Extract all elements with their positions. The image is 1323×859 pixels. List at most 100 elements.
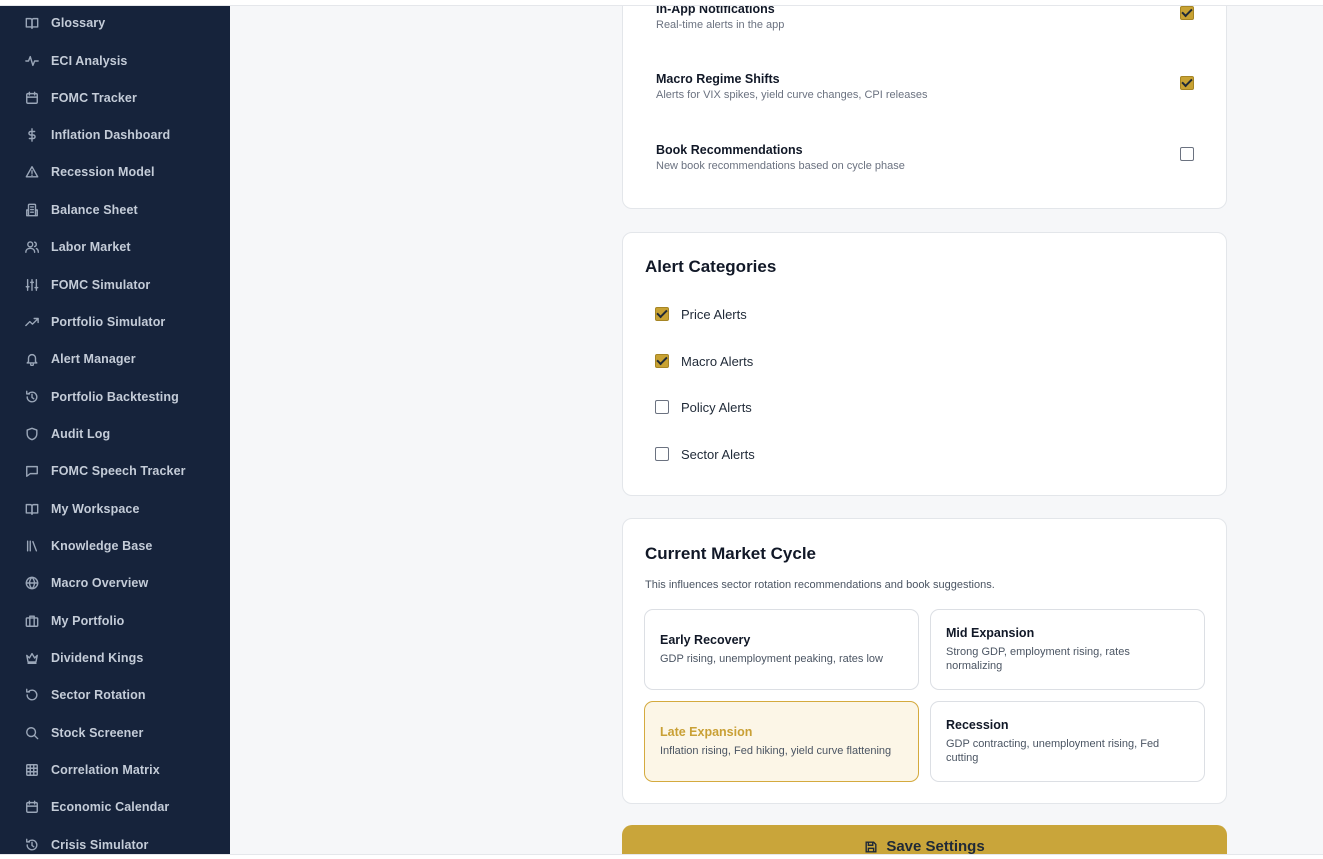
- sidebar-item-economic-calendar[interactable]: Economic Calendar: [0, 792, 230, 822]
- phase-early-recovery[interactable]: Early Recovery GDP rising, unemployment …: [644, 609, 919, 690]
- market-cycle-description: This influences sector rotation recommen…: [645, 579, 995, 591]
- sidebar-item-sector-rotation[interactable]: Sector Rotation: [0, 680, 230, 710]
- category-label: Policy Alerts: [681, 399, 752, 415]
- phase-name: Mid Expansion: [946, 626, 1035, 640]
- sidebar-item-glossary[interactable]: Glossary: [0, 8, 230, 38]
- policy-alerts-checkbox[interactable]: [655, 400, 669, 414]
- history-icon: [24, 389, 40, 405]
- dollar-icon: [24, 127, 40, 143]
- sidebar-item-label: My Workspace: [51, 502, 140, 516]
- sector-alerts-checkbox[interactable]: [655, 447, 669, 461]
- phase-late-expansion[interactable]: Late Expansion Inflation rising, Fed hik…: [644, 701, 919, 782]
- grid-icon: [24, 762, 40, 778]
- sidebar-item-portfolio-simulator[interactable]: Portfolio Simulator: [0, 307, 230, 337]
- save-settings-label: Save Settings: [886, 838, 985, 855]
- sidebar-item-label: Portfolio Simulator: [51, 315, 166, 329]
- category-policy-alerts[interactable]: Policy Alerts: [655, 398, 752, 416]
- briefcase-icon: [24, 613, 40, 629]
- price-alerts-checkbox[interactable]: [655, 307, 669, 321]
- phase-desc: GDP rising, unemployment peaking, rates …: [660, 653, 883, 665]
- macro-regime-shifts-checkbox[interactable]: [1180, 76, 1194, 90]
- search-icon: [24, 725, 40, 741]
- market-cycle-card: Current Market Cycle This influences sec…: [622, 518, 1227, 804]
- sidebar-item-label: Inflation Dashboard: [51, 128, 171, 142]
- sidebar-item-label: Economic Calendar: [51, 800, 170, 814]
- phase-desc: Inflation rising, Fed hiking, yield curv…: [660, 745, 892, 757]
- rotate-ccw-icon: [24, 687, 40, 703]
- sidebar-item-fomc-tracker[interactable]: FOMC Tracker: [0, 83, 230, 113]
- calendar-icon: [24, 799, 40, 815]
- app-frame: Glossary ECI Analysis FOMC Tracker Infla…: [0, 5, 1323, 855]
- sidebar-item-label: Sector Rotation: [51, 688, 146, 702]
- sidebar-item-recession-model[interactable]: Recession Model: [0, 157, 230, 187]
- category-sector-alerts[interactable]: Sector Alerts: [655, 445, 755, 463]
- phase-name: Recession: [946, 718, 1009, 732]
- sidebar-item-label: Stock Screener: [51, 726, 144, 740]
- category-label: Sector Alerts: [681, 446, 755, 462]
- notification-book-recommendations: Book Recommendations New book recommenda…: [656, 143, 1201, 172]
- sidebar-item-label: Correlation Matrix: [51, 763, 160, 777]
- sidebar-item-label: Labor Market: [51, 240, 131, 254]
- sidebar-item-alert-manager[interactable]: Alert Manager: [0, 344, 230, 374]
- macro-alerts-checkbox[interactable]: [655, 354, 669, 368]
- sidebar-item-knowledge-base[interactable]: Knowledge Base: [0, 531, 230, 561]
- sidebar-item-fomc-speech-tracker[interactable]: FOMC Speech Tracker: [0, 456, 230, 486]
- book-open-icon: [24, 15, 40, 31]
- sidebar-item-label: FOMC Speech Tracker: [51, 464, 186, 478]
- save-settings-button[interactable]: Save Settings: [622, 825, 1227, 855]
- sidebar-item-inflation-dashboard[interactable]: Inflation Dashboard: [0, 120, 230, 150]
- notification-desc: Alerts for VIX spikes, yield curve chang…: [656, 89, 928, 101]
- library-icon: [24, 538, 40, 554]
- sidebar-item-balance-sheet[interactable]: Balance Sheet: [0, 195, 230, 225]
- sidebar-item-label: Balance Sheet: [51, 203, 138, 217]
- in-app-notifications-checkbox[interactable]: [1180, 6, 1194, 20]
- sidebar-item-eci-analysis[interactable]: ECI Analysis: [0, 46, 230, 76]
- sidebar-item-dividend-kings[interactable]: Dividend Kings: [0, 643, 230, 673]
- sidebar-item-my-portfolio[interactable]: My Portfolio: [0, 606, 230, 636]
- message-square-icon: [24, 463, 40, 479]
- sidebar-item-my-workspace[interactable]: My Workspace: [0, 494, 230, 524]
- notification-macro-regime: Macro Regime Shifts Alerts for VIX spike…: [656, 72, 1201, 101]
- sidebar-item-portfolio-backtesting[interactable]: Portfolio Backtesting: [0, 382, 230, 412]
- bell-icon: [24, 351, 40, 367]
- trending-up-icon: [24, 314, 40, 330]
- notification-desc: New book recommendations based on cycle …: [656, 160, 905, 172]
- sidebar-item-labor-market[interactable]: Labor Market: [0, 232, 230, 262]
- notification-desc: Real-time alerts in the app: [656, 19, 785, 31]
- phase-recession[interactable]: Recession GDP contracting, unemployment …: [930, 701, 1205, 782]
- activity-icon: [24, 53, 40, 69]
- sidebar-item-label: Portfolio Backtesting: [51, 390, 179, 404]
- save-icon: [865, 841, 877, 853]
- sidebar-item-label: FOMC Simulator: [51, 278, 151, 292]
- sidebar-item-label: Recession Model: [51, 165, 155, 179]
- category-label: Price Alerts: [681, 306, 747, 322]
- sidebar-item-crisis-simulator[interactable]: Crisis Simulator: [0, 830, 230, 854]
- phase-desc: Strong GDP, employment rising, rates nor…: [946, 646, 1130, 672]
- sidebar-item-correlation-matrix[interactable]: Correlation Matrix: [0, 755, 230, 785]
- phase-name: Late Expansion: [660, 725, 753, 739]
- sidebar-item-label: Knowledge Base: [51, 539, 153, 553]
- sidebar-item-label: Dividend Kings: [51, 651, 144, 665]
- phase-desc: GDP contracting, unemployment rising, Fe…: [946, 738, 1160, 764]
- book-recommendations-checkbox[interactable]: [1180, 147, 1194, 161]
- sidebar-item-label: Glossary: [51, 16, 106, 30]
- notification-title: Book Recommendations: [656, 143, 803, 157]
- phase-mid-expansion[interactable]: Mid Expansion Strong GDP, employment ris…: [930, 609, 1205, 690]
- sidebar-item-fomc-simulator[interactable]: FOMC Simulator: [0, 270, 230, 300]
- history-icon: [24, 837, 40, 853]
- sidebar-item-label: Macro Overview: [51, 576, 149, 590]
- crown-icon: [24, 650, 40, 666]
- alert-categories-card: Alert Categories Price Alerts Macro Aler…: [622, 232, 1227, 496]
- category-macro-alerts[interactable]: Macro Alerts: [655, 352, 753, 370]
- notification-title: Macro Regime Shifts: [656, 72, 780, 86]
- alert-categories-title: Alert Categories: [645, 257, 777, 276]
- globe-icon: [24, 575, 40, 591]
- category-price-alerts[interactable]: Price Alerts: [655, 305, 747, 323]
- sidebar-item-audit-log[interactable]: Audit Log: [0, 419, 230, 449]
- book-open-icon: [24, 501, 40, 517]
- calendar-icon: [24, 90, 40, 106]
- sidebar-item-stock-screener[interactable]: Stock Screener: [0, 718, 230, 748]
- sidebar-item-macro-overview[interactable]: Macro Overview: [0, 568, 230, 598]
- notification-settings-card: In-App Notifications Real-time alerts in…: [622, 6, 1227, 209]
- sidebar-item-label: ECI Analysis: [51, 54, 128, 68]
